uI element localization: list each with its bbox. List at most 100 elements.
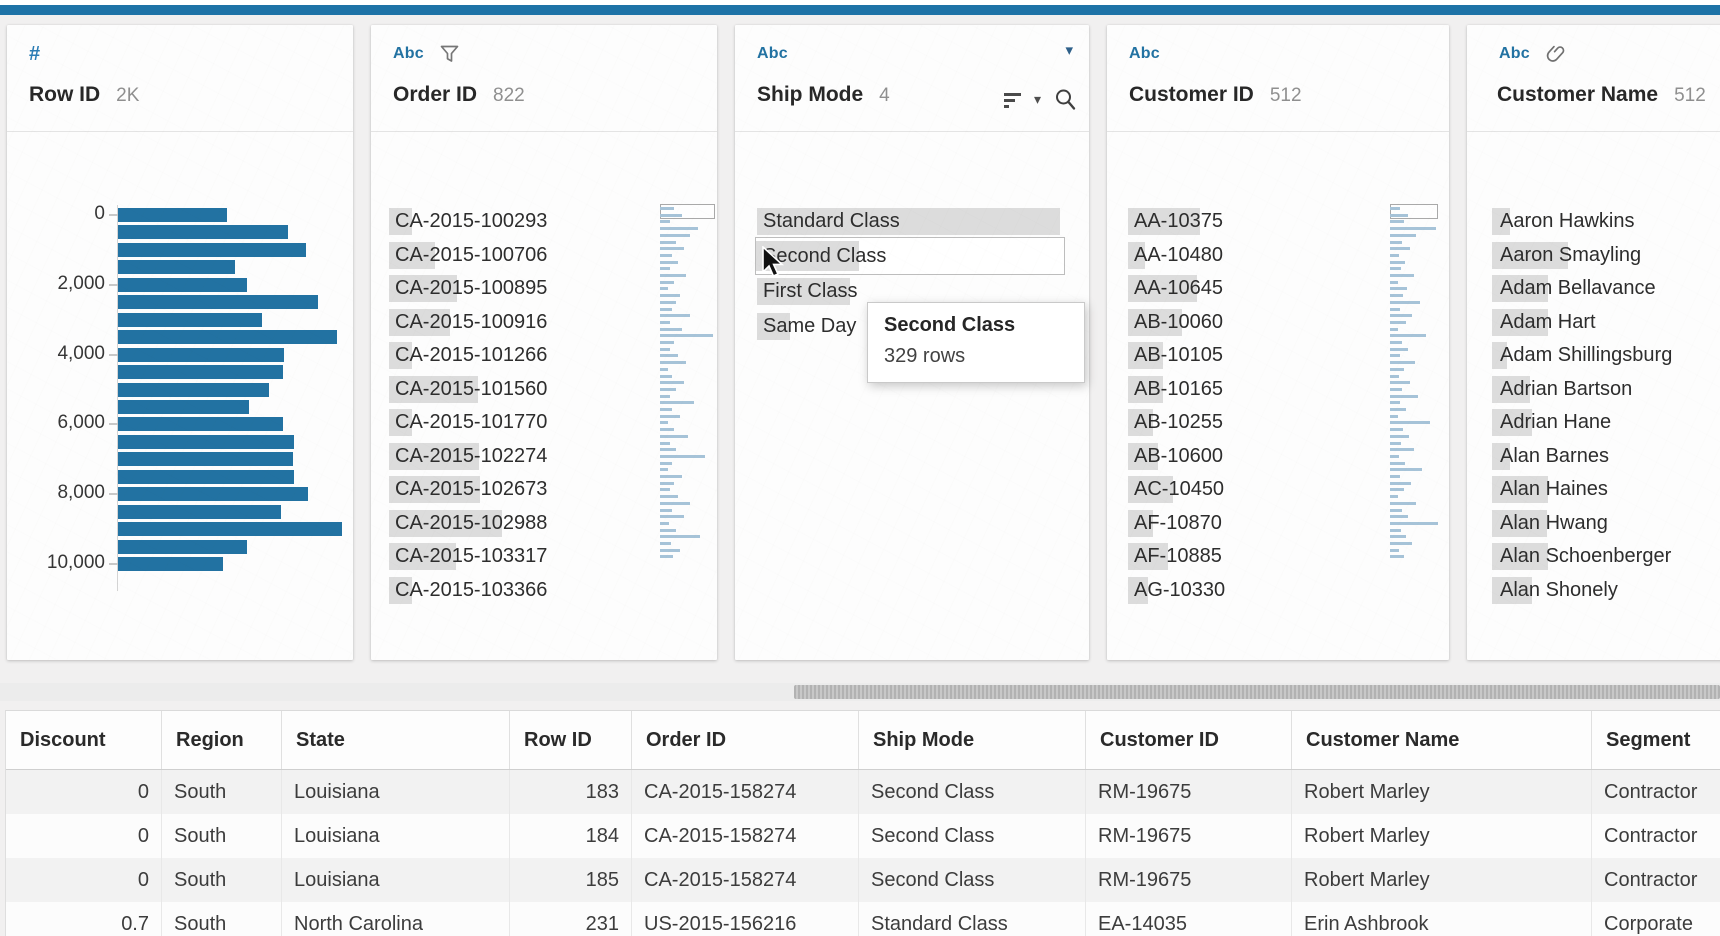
grid-cell[interactable]: RM-19675 — [1086, 858, 1292, 902]
filter-funnel-icon[interactable] — [440, 45, 459, 63]
grid-header-cell[interactable]: State — [282, 711, 510, 769]
grid-row[interactable]: 0 South Louisiana 183 CA-2015-158274 Second C… — [6, 770, 1720, 814]
grid-cell[interactable]: North Carolina — [282, 902, 510, 936]
grid-cell[interactable]: 0 — [6, 858, 162, 902]
grid-cell[interactable]: CA-2015-158274 — [632, 814, 859, 858]
histogram-bar[interactable] — [118, 522, 342, 537]
grid-cell[interactable]: CA-2015-158274 — [632, 770, 859, 814]
grid-header-cell[interactable]: Row ID — [510, 711, 632, 769]
profile-card-customer-id[interactable]: Abc Customer ID 512 AA-10375 AA-10480 AA-1… — [1107, 25, 1449, 660]
grid-cell[interactable]: Robert Marley — [1292, 814, 1592, 858]
grid-cell[interactable]: 231 — [510, 902, 632, 936]
histogram-bar[interactable] — [118, 539, 247, 554]
value-row[interactable]: Adam Bellavance — [1467, 272, 1720, 306]
grid-header-cell[interactable]: Order ID — [632, 711, 859, 769]
value-row[interactable]: Aaron Hawkins — [1467, 205, 1720, 239]
value-row[interactable]: Adam Hart — [1467, 306, 1720, 340]
profile-card-order-id[interactable]: Abc Order ID 822 CA-2015-100293 CA-2015-1… — [371, 25, 717, 660]
histogram-bar[interactable] — [118, 399, 249, 414]
horizontal-scrollbar-track[interactable] — [0, 683, 1720, 701]
value-row[interactable]: AG-10330 — [1107, 574, 1449, 608]
grid-cell[interactable]: Corporate — [1592, 902, 1720, 936]
grid-row[interactable]: 0 South Louisiana 184 CA-2015-158274 Second C… — [6, 814, 1720, 858]
grid-cell[interactable]: Louisiana — [282, 770, 510, 814]
grid-cell[interactable]: 183 — [510, 770, 632, 814]
grid-cell[interactable]: CA-2015-158274 — [632, 858, 859, 902]
grid-cell[interactable]: 184 — [510, 814, 632, 858]
grid-cell[interactable]: Contractor — [1592, 814, 1720, 858]
value-row[interactable]: CA-2015-103366 — [371, 574, 717, 608]
grid-cell[interactable]: 0 — [6, 814, 162, 858]
histogram-bar[interactable] — [118, 434, 294, 449]
grid-header-cell[interactable]: Segment — [1592, 711, 1720, 769]
search-icon[interactable] — [1054, 88, 1077, 111]
grid-cell[interactable]: 0 — [6, 770, 162, 814]
grid-cell[interactable]: Robert Marley — [1292, 858, 1592, 902]
grid-cell[interactable]: RM-19675 — [1086, 814, 1292, 858]
histogram-bar[interactable] — [118, 382, 269, 397]
card-menu-caret-icon[interactable]: ▾ — [1065, 43, 1073, 58]
histogram-bar[interactable] — [118, 504, 281, 519]
value-row[interactable]: Alan Hwang — [1467, 507, 1720, 541]
grid-header-cell[interactable]: Region — [162, 711, 282, 769]
histogram-bar[interactable] — [118, 330, 337, 345]
grid-header-cell[interactable]: Ship Mode — [859, 711, 1086, 769]
value-row[interactable]: Adam Shillingsburg — [1467, 339, 1720, 373]
grid-cell[interactable]: Standard Class — [859, 902, 1086, 936]
histogram-bar[interactable] — [118, 452, 293, 467]
histogram-bar[interactable] — [118, 208, 227, 222]
grid-row[interactable]: 0 South Louisiana 185 CA-2015-158274 Second C… — [6, 858, 1720, 902]
histogram-bar[interactable] — [118, 225, 288, 240]
histogram-bar[interactable] — [118, 312, 262, 327]
grid-header-cell[interactable]: Customer ID — [1086, 711, 1292, 769]
value-row[interactable]: Alan Schoenberger — [1467, 540, 1720, 574]
grid-cell[interactable]: 0.7 — [6, 902, 162, 936]
mini-distribution-bar — [1390, 314, 1412, 318]
value-row[interactable]: Alan Barnes — [1467, 440, 1720, 474]
horizontal-scrollbar-thumb[interactable] — [794, 685, 1720, 699]
grid-cell[interactable]: Second Class — [859, 858, 1086, 902]
grid-cell[interactable]: South — [162, 770, 282, 814]
histogram-bar[interactable] — [118, 469, 294, 484]
grid-cell[interactable]: Louisiana — [282, 814, 510, 858]
grid-cell[interactable]: US-2015-156216 — [632, 902, 859, 936]
histogram-bar[interactable] — [118, 487, 308, 502]
profile-card-row-id[interactable]: # Row ID 2K 0 2,000 4,000 6,000 8,000 10,000 — [7, 25, 353, 660]
grid-cell[interactable]: Erin Ashbrook — [1292, 902, 1592, 936]
grid-cell[interactable]: South — [162, 814, 282, 858]
grid-cell[interactable]: 185 — [510, 858, 632, 902]
value-row[interactable]: Aaron Smayling — [1467, 239, 1720, 273]
grid-row[interactable]: 0.7 South North Carolina 231 US-2015-156216 S… — [6, 902, 1720, 936]
grid-cell[interactable]: South — [162, 858, 282, 902]
histogram-bar[interactable] — [118, 242, 306, 257]
grid-cell[interactable]: Second Class — [859, 770, 1086, 814]
grid-cell[interactable]: Contractor — [1592, 770, 1720, 814]
sort-descending-icon[interactable] — [1003, 91, 1021, 108]
histogram-bar[interactable] — [118, 260, 235, 275]
sort-caret-icon[interactable]: ▾ — [1034, 91, 1041, 108]
mini-distribution-bar — [1390, 267, 1401, 271]
value-row[interactable]: Adrian Hane — [1467, 406, 1720, 440]
histogram-bar[interactable] — [118, 557, 223, 571]
histogram-bar[interactable] — [118, 417, 283, 432]
grid-header-cell[interactable]: Discount — [6, 711, 162, 769]
value-row[interactable]: Adrian Bartson — [1467, 373, 1720, 407]
histogram-bar[interactable] — [118, 277, 247, 292]
grid-cell[interactable]: RM-19675 — [1086, 770, 1292, 814]
histogram-bar[interactable] — [118, 295, 318, 310]
grid-cell[interactable]: Robert Marley — [1292, 770, 1592, 814]
histogram-bar[interactable] — [118, 347, 284, 362]
grid-header-cell[interactable]: Customer Name — [1292, 711, 1592, 769]
card-count: 4 — [879, 85, 890, 106]
value-row[interactable]: Alan Haines — [1467, 473, 1720, 507]
value-row-hovered[interactable]: Second Class — [755, 237, 1065, 275]
grid-cell[interactable]: Contractor — [1592, 858, 1720, 902]
profile-card-customer-name[interactable]: Abc Customer Name 512 Aaron Hawkins Aaron… — [1467, 25, 1720, 660]
grid-cell[interactable]: EA-14035 — [1086, 902, 1292, 936]
value-row[interactable]: Standard Class — [735, 205, 1089, 239]
histogram-bar[interactable] — [118, 365, 283, 380]
grid-cell[interactable]: South — [162, 902, 282, 936]
grid-cell[interactable]: Second Class — [859, 814, 1086, 858]
value-row[interactable]: Alan Shonely — [1467, 574, 1720, 608]
grid-cell[interactable]: Louisiana — [282, 858, 510, 902]
